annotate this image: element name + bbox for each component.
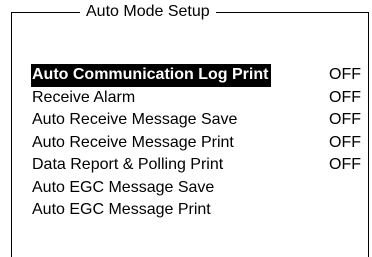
menu-item-auto-receive-message-save[interactable]: Auto Receive Message Save OFF: [32, 109, 362, 132]
menu-item-value: OFF: [329, 156, 361, 173]
menu-item-label: Auto Communication Log Print: [31, 64, 272, 87]
menu-item-value: OFF: [329, 88, 361, 106]
settings-menu: Auto Communication Log Print OFF Receive…: [31, 64, 362, 222]
menu-item-label: Auto Receive Message Print: [32, 133, 234, 151]
menu-item-receive-alarm[interactable]: Receive Alarm OFF: [32, 87, 362, 110]
menu-item-auto-receive-message-print[interactable]: Auto Receive Message Print OFF: [32, 132, 362, 155]
menu-item-label: Auto EGC Message Save: [32, 178, 215, 196]
menu-item-value: OFF: [329, 111, 361, 128]
menu-item-auto-communication-log-print[interactable]: Auto Communication Log Print OFF: [31, 64, 362, 87]
menu-item-label: Receive Alarm: [32, 88, 136, 106]
menu-item-label: Auto EGC Message Print: [32, 201, 211, 218]
menu-item-data-report-polling-print[interactable]: Data Report & Polling Print OFF: [32, 154, 362, 177]
menu-item-label: Data Report & Polling Print: [32, 156, 224, 173]
menu-item-auto-egc-message-save[interactable]: Auto EGC Message Save: [32, 177, 362, 200]
menu-item-auto-egc-message-print[interactable]: Auto EGC Message Print: [32, 199, 362, 222]
panel-title: Auto Mode Setup: [80, 2, 216, 22]
menu-item-value: OFF: [329, 66, 361, 83]
menu-item-label: Auto Receive Message Save: [32, 111, 238, 128]
menu-item-value: OFF: [329, 133, 361, 151]
